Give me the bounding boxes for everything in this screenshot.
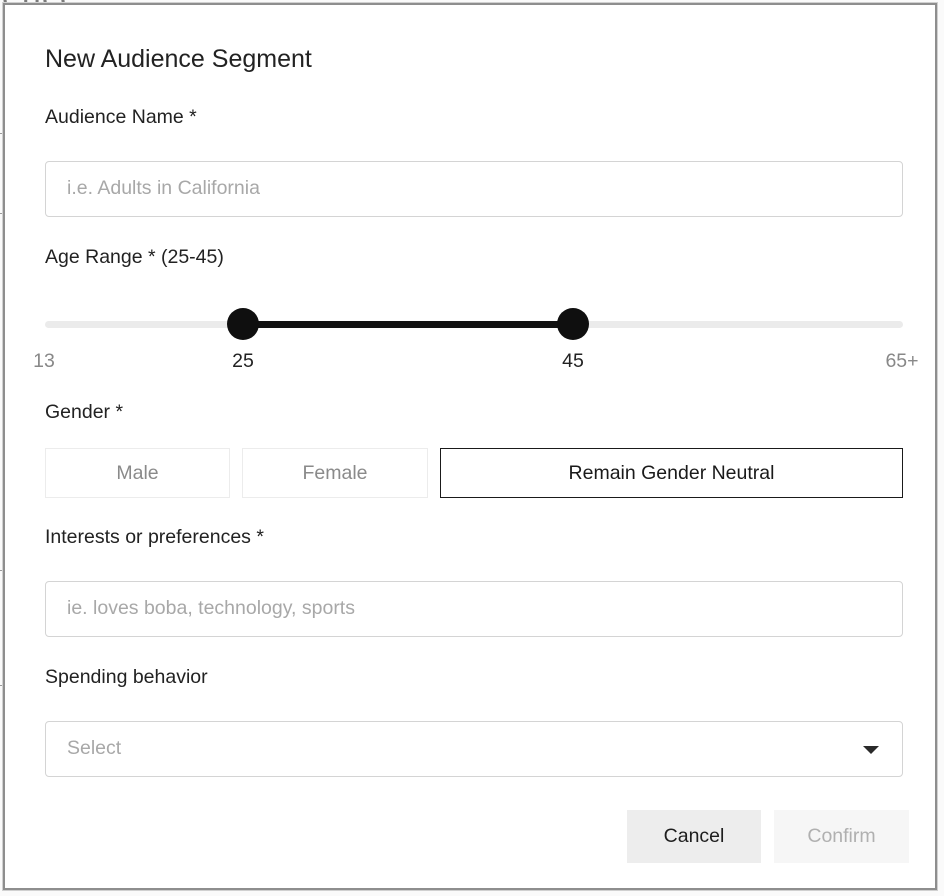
age-range-high-value: 45 [562, 350, 584, 373]
age-range-min-label: 13 [33, 350, 55, 373]
interests-label: Interests or preferences * [45, 526, 264, 549]
age-range-min-handle[interactable] [227, 308, 259, 340]
interests-placeholder: ie. loves boba, technology, sports [67, 597, 355, 620]
dialog-title: New Audience Segment [45, 45, 312, 74]
age-range-label: Age Range * (25-45) [45, 246, 224, 269]
audience-name-input[interactable]: i.e. Adults in California [45, 161, 903, 217]
spending-behavior-label: Spending behavior [45, 666, 208, 689]
age-range-selected-fill [243, 321, 573, 328]
spending-behavior-select[interactable]: Select [45, 721, 903, 777]
gender-option-neutral[interactable]: Remain Gender Neutral [440, 448, 903, 498]
confirm-button[interactable]: Confirm [774, 810, 909, 863]
spending-behavior-selected-text: Select [67, 737, 121, 760]
age-range-max-handle[interactable] [557, 308, 589, 340]
gender-option-male[interactable]: Male [45, 448, 230, 498]
interests-input[interactable]: ie. loves boba, technology, sports [45, 581, 903, 637]
gender-option-female[interactable]: Female [242, 448, 428, 498]
cancel-button[interactable]: Cancel [627, 810, 761, 863]
age-range-max-label: 65+ [885, 350, 918, 373]
caret-down-icon[interactable] [863, 746, 879, 754]
audience-name-label: Audience Name * [45, 106, 197, 129]
new-audience-segment-dialog: New Audience Segment Audience Name * i.e… [3, 3, 937, 890]
audience-name-placeholder: i.e. Adults in California [67, 177, 260, 200]
gender-label: Gender * [45, 401, 123, 424]
age-range-low-value: 25 [232, 350, 254, 373]
